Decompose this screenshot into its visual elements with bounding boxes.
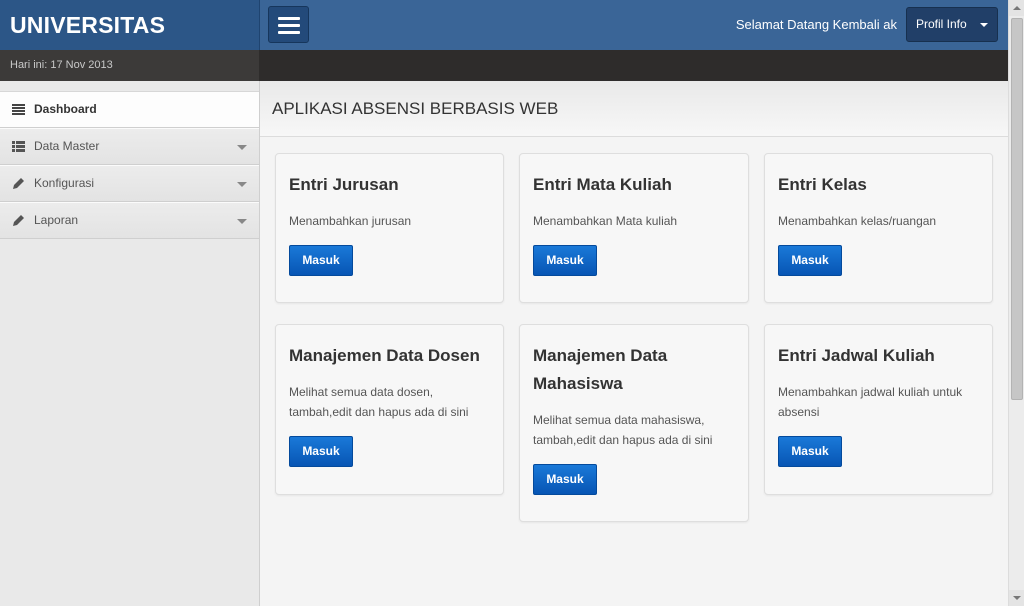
date-panel: Hari ini: 17 Nov 2013 [0, 50, 259, 81]
caret-down-icon [980, 23, 988, 27]
card-title: Entri Jadwal Kuliah [778, 346, 935, 365]
scroll-up-button[interactable] [1009, 0, 1024, 16]
sidebar-item-label: Konfigurasi [34, 176, 95, 190]
date-bar: Hari ini: 17 Nov 2013 [0, 50, 1024, 81]
pencil-icon [13, 215, 24, 226]
sidebar-item-konfigurasi[interactable]: Konfigurasi [0, 165, 259, 202]
chevron-down-icon [237, 145, 247, 150]
card-entri-jurusan: Entri Jurusan Menambahkan jurusan Masuk [275, 153, 504, 303]
card-title: Entri Jurusan [289, 175, 399, 194]
card-title: Entri Kelas [778, 175, 867, 194]
arrow-up-icon [1013, 6, 1021, 10]
profile-info-label: Profil Info [916, 17, 967, 31]
list-icon [12, 104, 25, 115]
hamburger-icon [278, 17, 300, 20]
masuk-button[interactable]: Masuk [533, 245, 597, 276]
today-date: Hari ini: 17 Nov 2013 [10, 59, 113, 71]
masuk-button[interactable]: Masuk [778, 436, 842, 467]
app-brand[interactable]: UNIVERSITAS BONSAI [0, 0, 259, 88]
profile-info-button[interactable]: Profil Info [906, 7, 998, 42]
welcome-text: Selamat Datang Kembali ak [735, 17, 897, 32]
card-description: Melihat semua data dosen, tambah,edit da… [289, 385, 469, 419]
masuk-button[interactable]: Masuk [289, 245, 353, 276]
brand-divider [259, 0, 260, 50]
sidebar-item-dashboard[interactable]: Dashboard [0, 91, 259, 128]
masuk-button[interactable]: Masuk [533, 464, 597, 495]
pencil-icon [13, 178, 24, 189]
chevron-down-icon [237, 182, 247, 187]
page-header: APLIKASI ABSENSI BERBASIS WEB [260, 81, 1008, 137]
sidebar-item-label: Data Master [34, 139, 100, 153]
card-description: Menambahkan Mata kuliah [533, 214, 678, 228]
card-manajemen-data-mahasiswa: Manajemen Data Mahasiswa Melihat semua d… [519, 324, 749, 522]
card-description: Menambahkan jadwal kuliah untuk absensi [778, 385, 963, 419]
card-entri-jadwal-kuliah: Entri Jadwal Kuliah Menambahkan jadwal k… [764, 324, 993, 495]
page-title: APLIKASI ABSENSI BERBASIS WEB [272, 99, 559, 118]
scroll-thumb[interactable] [1011, 18, 1023, 400]
sidebar-item-data-master[interactable]: Data Master [0, 128, 259, 165]
card-title: Entri Mata Kuliah [533, 175, 672, 194]
chevron-down-icon [237, 219, 247, 224]
scroll-down-button[interactable] [1009, 590, 1024, 606]
card-description: Melihat semua data mahasiswa, tambah,edi… [533, 413, 713, 447]
sidebar-item-label: Laporan [34, 213, 79, 227]
sidebar-item-laporan[interactable]: Laporan [0, 202, 259, 239]
card-entri-kelas: Entri Kelas Menambahkan kelas/ruangan Ma… [764, 153, 993, 303]
sidebar-item-label: Dashboard [34, 102, 97, 116]
masuk-button[interactable]: Masuk [778, 245, 842, 276]
grid-list-icon [12, 141, 25, 152]
sidebar: Dashboard Data Master Konfigurasi Lapora… [0, 81, 260, 606]
page-scrollbar[interactable] [1008, 0, 1024, 606]
top-navbar: UNIVERSITAS BONSAI Selamat Datang Kembal… [0, 0, 1024, 88]
masuk-button[interactable]: Masuk [289, 436, 353, 467]
main-content: APLIKASI ABSENSI BERBASIS WEB Entri Juru… [260, 81, 1008, 606]
card-description: Menambahkan jurusan [289, 214, 412, 228]
card-entri-mata-kuliah: Entri Mata Kuliah Menambahkan Mata kulia… [519, 153, 749, 303]
arrow-down-icon [1013, 596, 1021, 600]
card-title: Manajemen Data Dosen [289, 346, 480, 365]
card-title: Manajemen Data Mahasiswa [533, 346, 668, 393]
menu-toggle-button[interactable] [268, 6, 309, 43]
card-manajemen-data-dosen: Manajemen Data Dosen Melihat semua data … [275, 324, 504, 495]
card-description: Menambahkan kelas/ruangan [778, 214, 937, 228]
